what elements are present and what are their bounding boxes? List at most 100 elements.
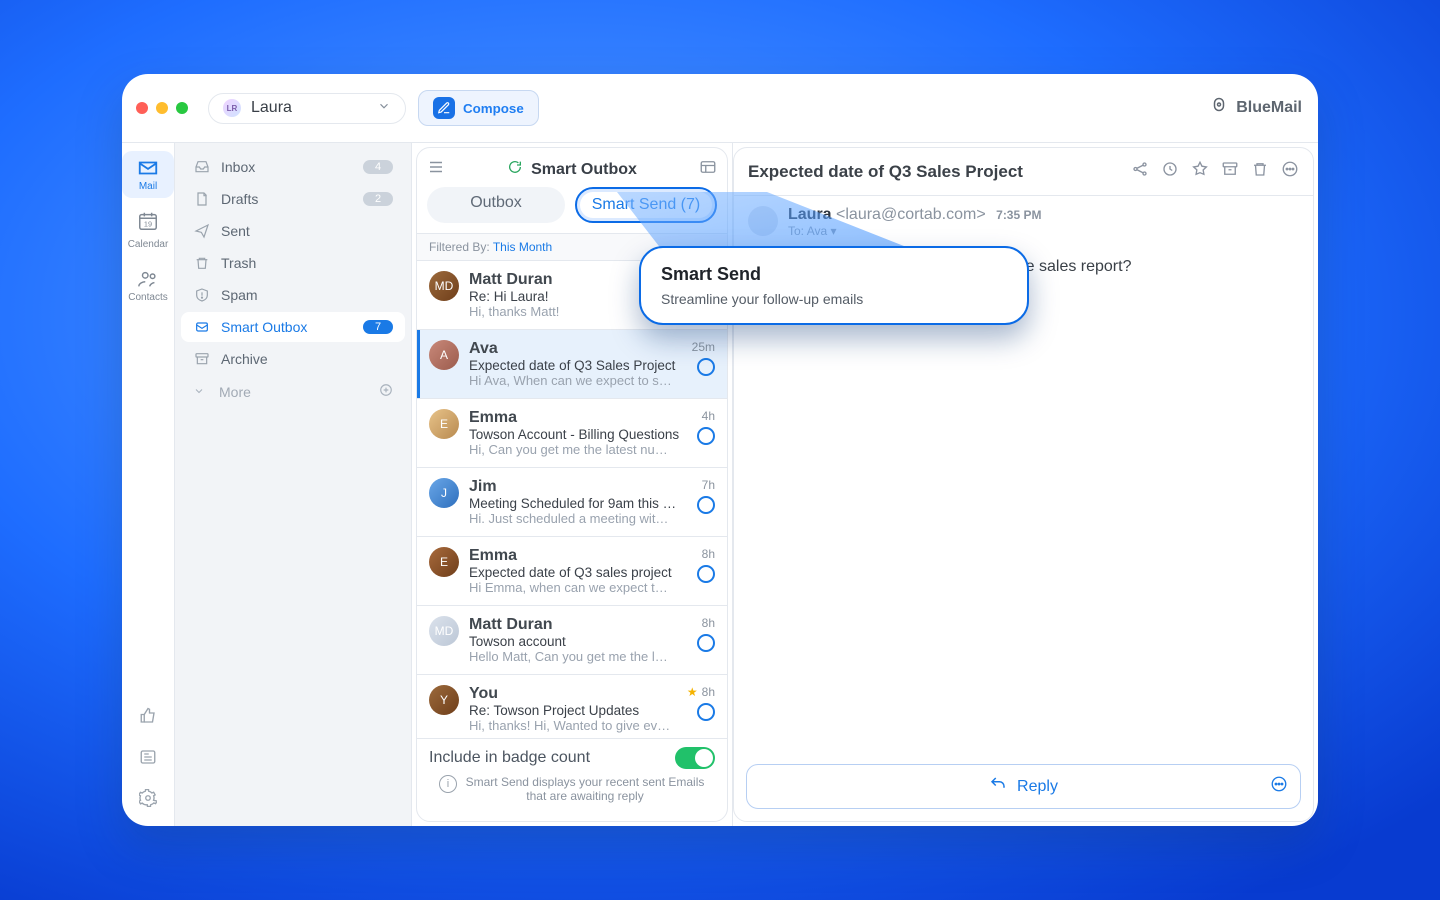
nav-mail[interactable]: Mail (122, 151, 174, 198)
nav-calendar[interactable]: 19 Calendar (122, 204, 174, 256)
close-window[interactable] (136, 102, 148, 114)
to-name: Ava (807, 224, 827, 238)
settings-icon[interactable] (139, 789, 157, 812)
smart-outbox-icon (193, 319, 211, 335)
window-controls (136, 102, 188, 114)
message-meta (697, 271, 715, 319)
message-subject: Towson Account - Billing Questions (469, 427, 687, 442)
status-ring[interactable] (697, 358, 715, 376)
tab-outbox[interactable]: Outbox (427, 187, 565, 223)
list-header: Smart Outbox (417, 148, 727, 187)
reply-button[interactable]: Reply (746, 764, 1301, 809)
archive-icon (193, 351, 211, 367)
message-text: AvaExpected date of Q3 Sales ProjectHi A… (469, 340, 682, 388)
share-icon[interactable] (1131, 160, 1149, 183)
message-subject: Expected date of Q3 Sales Project (469, 358, 682, 373)
avatar: E (429, 547, 459, 577)
draft-icon (193, 191, 211, 207)
maximize-window[interactable] (176, 102, 188, 114)
app-window: LR Laura Compose BlueMail Mail (122, 74, 1318, 826)
message-preview: Hello Matt, Can you get me the l… (469, 649, 687, 664)
message-time: 8h (702, 685, 715, 699)
add-folder-icon[interactable] (379, 383, 393, 400)
status-ring[interactable] (697, 496, 715, 514)
reader-card: Expected date of Q3 Sales Project (733, 147, 1314, 822)
message-row[interactable]: YYouRe: Towson Project UpdatesHi, thanks… (417, 675, 727, 738)
nav-contacts[interactable]: Contacts (122, 262, 174, 309)
status-ring[interactable] (697, 703, 715, 721)
status-ring[interactable] (697, 634, 715, 652)
trash-action-icon[interactable] (1251, 160, 1269, 183)
message-list[interactable]: MD Matt DuranRe: Hi Laura!Hi, thanks Matt… (417, 261, 727, 738)
snooze-icon[interactable] (1161, 160, 1179, 183)
folder-trash[interactable]: Trash (181, 248, 405, 278)
folder-inbox[interactable]: Inbox 4 (181, 152, 405, 182)
message-time: 25m (692, 340, 715, 354)
avatar: MD (429, 271, 459, 301)
reader-meta: Laura <laura@cortab.com> 7:35 PM To: Ava… (734, 196, 1313, 248)
message-meta: ★ 8h (687, 685, 715, 733)
folder-smart-outbox[interactable]: Smart Outbox 7 (181, 312, 405, 342)
more-action-icon[interactable] (1281, 160, 1299, 183)
filter-label: Filtered By: (429, 240, 490, 254)
folder-more[interactable]: More (181, 376, 405, 407)
tab-smart-send[interactable]: Smart Send (7) (575, 187, 717, 223)
list-footer: Include in badge count i Smart Send disp… (417, 738, 727, 821)
message-preview: Hi, Can you get me the latest nu… (469, 442, 687, 457)
message-subject: Expected date of Q3 sales project (469, 565, 687, 580)
compose-button[interactable]: Compose (418, 90, 539, 126)
list-tabs: Outbox Smart Send (7) (417, 187, 727, 233)
star-icon[interactable] (1191, 160, 1209, 183)
compose-label: Compose (463, 101, 524, 116)
message-subject: Re: Towson Project Updates (469, 703, 677, 718)
message-time: 8h (702, 616, 715, 630)
sender-avatar (748, 206, 778, 236)
list-filter[interactable]: Filtered By: This Month (417, 233, 727, 261)
message-row[interactable]: AAvaExpected date of Q3 Sales ProjectHi … (417, 330, 727, 399)
message-row[interactable]: JJimMeeting Scheduled for 9am this morn…… (417, 468, 727, 537)
status-ring[interactable] (697, 565, 715, 583)
message-text: Matt DuranRe: Hi Laura!Hi, thanks Matt! (469, 271, 687, 319)
minimize-window[interactable] (156, 102, 168, 114)
to-row[interactable]: To: Ava ▾ (788, 224, 1042, 238)
news-icon[interactable] (139, 748, 157, 771)
refresh-icon[interactable] (507, 159, 523, 180)
message-row[interactable]: MDMatt DuranTowson accountHello Matt, Ca… (417, 606, 727, 675)
menu-icon[interactable] (427, 158, 445, 181)
message-preview: Hi, thanks! Hi, Wanted to give ev… (469, 718, 677, 733)
folder-label: Spam (221, 287, 258, 303)
folder-label: Smart Outbox (221, 319, 307, 335)
list-view-icon[interactable] (699, 158, 717, 181)
star-icon[interactable]: ★ (687, 685, 698, 699)
message-row[interactable]: MD Matt DuranRe: Hi Laura!Hi, thanks Matt… (417, 261, 727, 330)
reply-more-icon[interactable] (1270, 775, 1288, 798)
archive-action-icon[interactable] (1221, 160, 1239, 183)
reader-pane: Expected date of Q3 Sales Project (733, 143, 1318, 826)
folder-sent[interactable]: Sent (181, 216, 405, 246)
list-title-text: Smart Outbox (531, 161, 637, 179)
account-switcher[interactable]: LR Laura (208, 93, 406, 124)
message-row[interactable]: EEmmaTowson Account - Billing QuestionsH… (417, 399, 727, 468)
status-ring[interactable] (697, 427, 715, 445)
brand[interactable]: BlueMail (1210, 97, 1302, 120)
account-name: Laura (251, 99, 292, 117)
message-subject: Re: Hi Laura! (469, 289, 687, 304)
message-meta: 4h (697, 409, 715, 457)
badge-toggle[interactable] (675, 747, 715, 769)
folder-spam[interactable]: Spam (181, 280, 405, 310)
status-ring[interactable] (697, 275, 715, 293)
filter-value[interactable]: This Month (493, 240, 552, 254)
message-text: JimMeeting Scheduled for 9am this morn…H… (469, 478, 687, 526)
nav-label-mail: Mail (139, 181, 157, 192)
folder-archive[interactable]: Archive (181, 344, 405, 374)
message-row[interactable]: EEmmaExpected date of Q3 sales projectHi… (417, 537, 727, 606)
account-avatar: LR (223, 99, 241, 117)
feedback-icon[interactable] (139, 707, 157, 730)
folder-drafts[interactable]: Drafts 2 (181, 184, 405, 214)
body-visible-tail: the sales report? (1012, 258, 1131, 275)
reader-footer: Reply (734, 752, 1313, 821)
columns: Mail 19 Calendar Contacts (122, 143, 1318, 826)
badge-toggle-label: Include in badge count (429, 749, 590, 767)
sender-block: Laura <laura@cortab.com> 7:35 PM To: Ava… (788, 206, 1042, 238)
hint-text: Smart Send displays your recent sent Ema… (465, 775, 705, 803)
